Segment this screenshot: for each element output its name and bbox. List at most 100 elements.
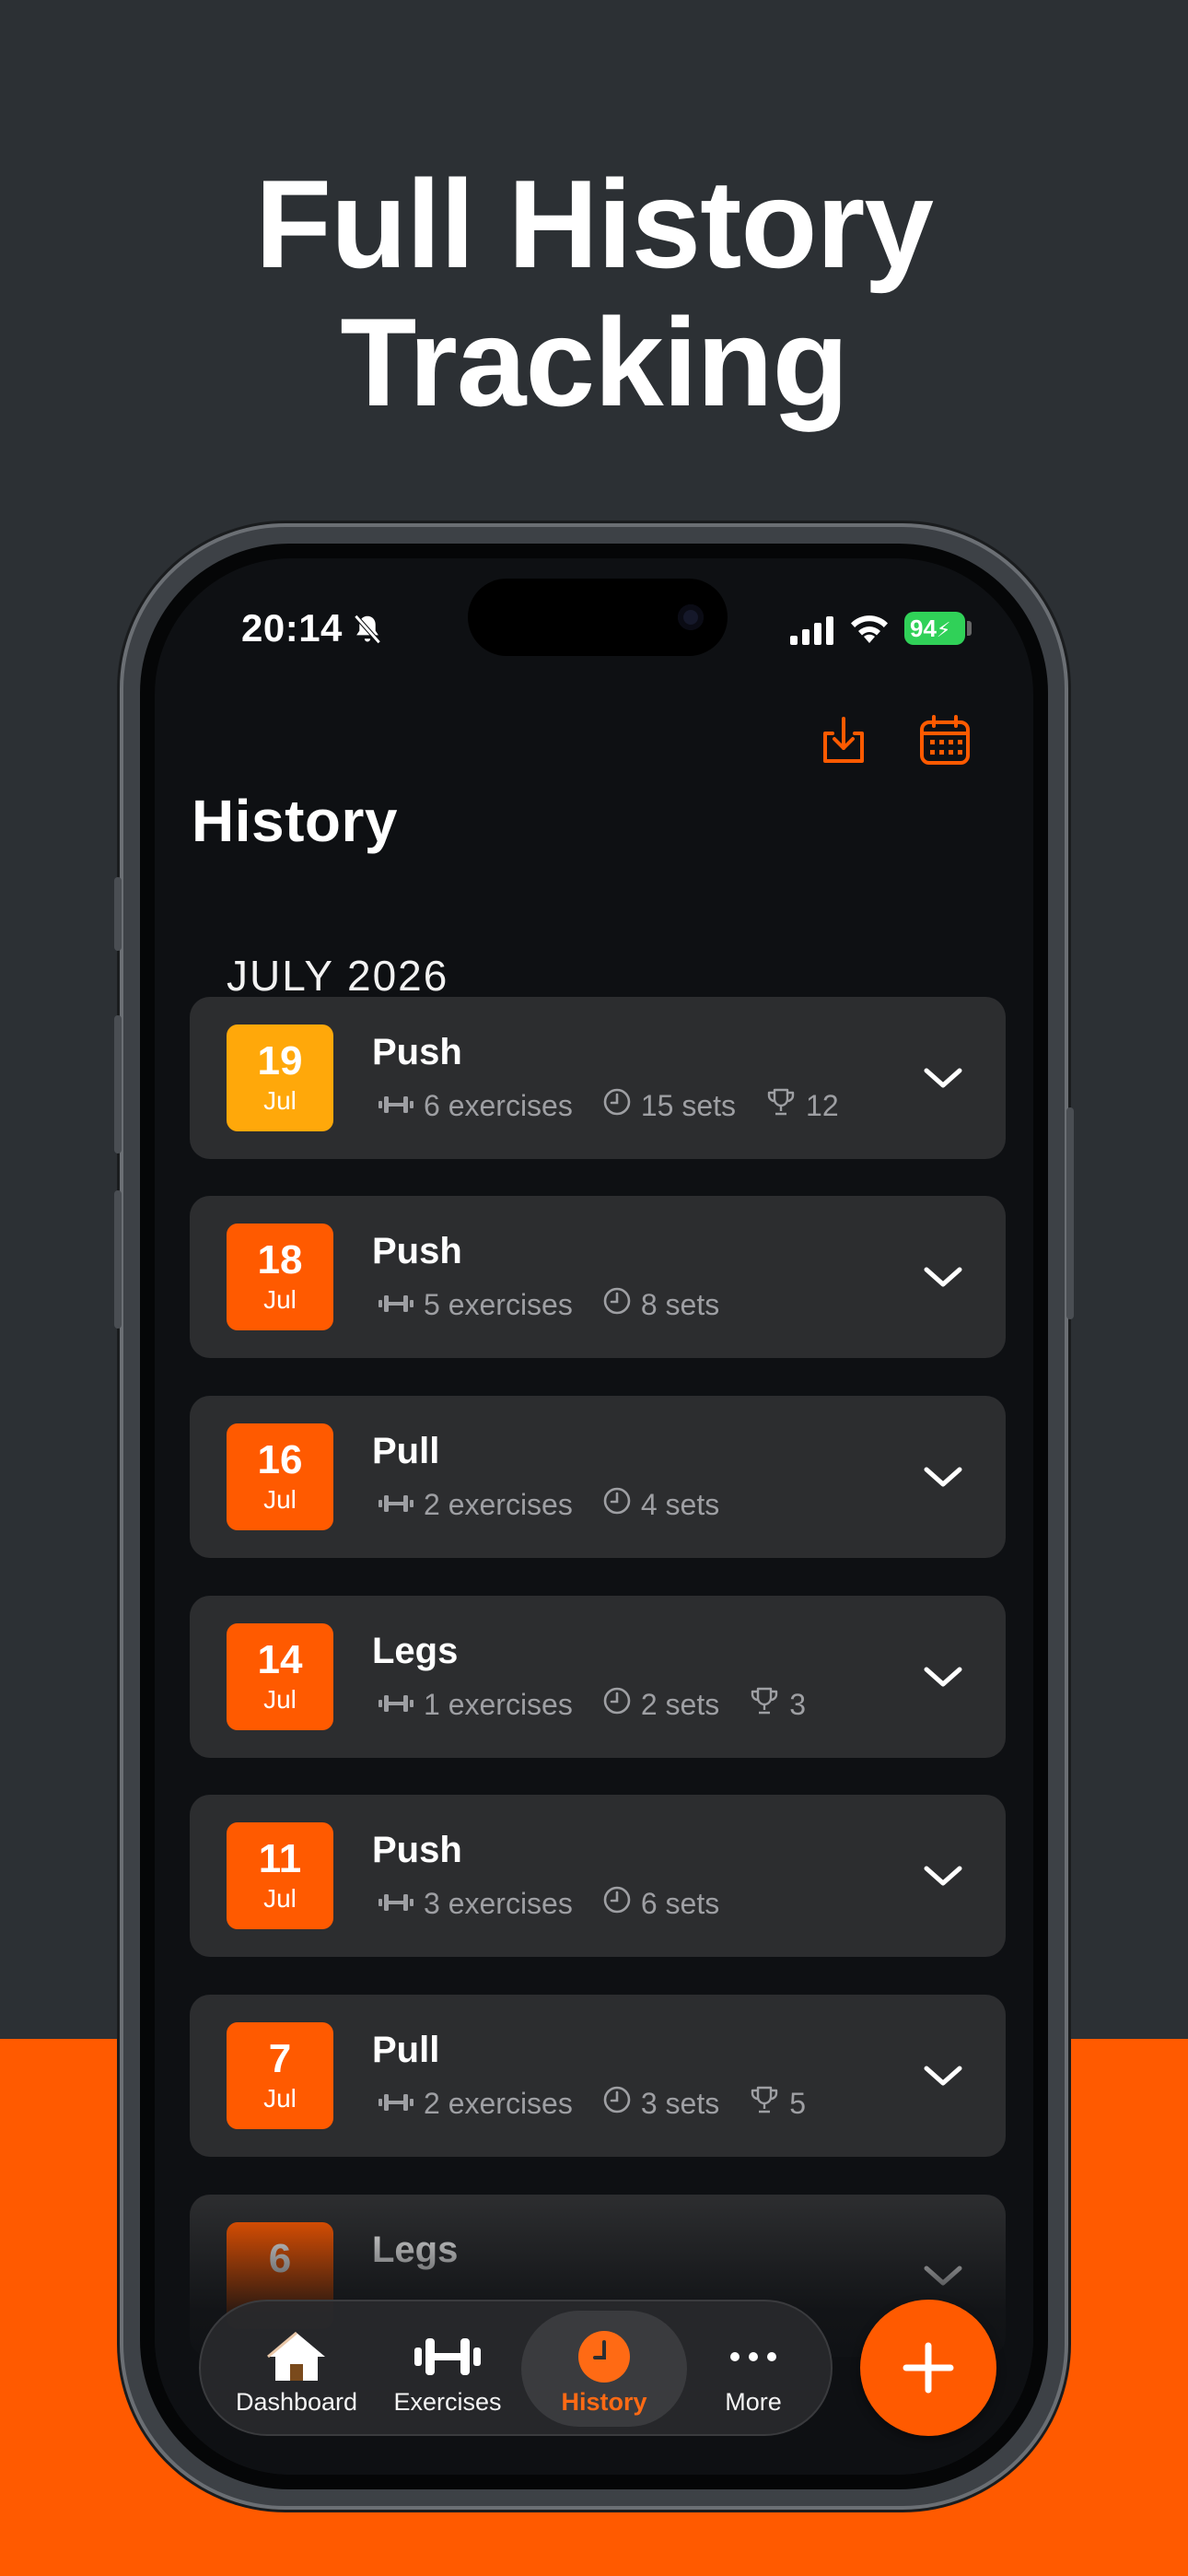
exercise-count-text: 1 exercises (424, 1687, 573, 1721)
tab-exercises[interactable]: Exercises (376, 2311, 519, 2427)
battery-tip (967, 621, 972, 636)
set-count-text: 6 sets (640, 1886, 720, 1920)
workout-meta: 6 exercises 15 sets 12 (378, 1087, 868, 1124)
tab-history[interactable]: History (521, 2311, 687, 2427)
date-month: Jul (263, 1285, 297, 1314)
clock-icon (602, 1087, 632, 1124)
tab-bar: Dashboard Exercises History More (199, 2300, 833, 2436)
set-count-text: 2 sets (640, 1687, 720, 1721)
clock-icon (602, 1286, 632, 1323)
dumbbell-icon (378, 1688, 414, 1722)
pr-count-text: 12 (806, 1088, 839, 1122)
status-time: 20:14 (241, 606, 343, 650)
set-count-text: 3 sets (640, 2086, 720, 2120)
home-icon (267, 2331, 325, 2381)
battery-level: 94 (910, 615, 937, 642)
pr-count: 12 (765, 1086, 839, 1125)
date-badge: 16 Jul (227, 1423, 333, 1530)
exercise-count-text: 2 exercises (424, 2086, 573, 2120)
workout-name: Push (372, 1830, 462, 1870)
workout-name: Pull (372, 2030, 440, 2070)
exercise-count-text: 2 exercises (424, 1487, 573, 1521)
chevron-down-icon[interactable] (921, 1657, 965, 1697)
set-count: 15 sets (602, 1087, 736, 1124)
action-button (114, 877, 122, 951)
tab-label: Dashboard (235, 2388, 358, 2416)
clock-icon (602, 1885, 632, 1922)
exercise-count: 3 exercises (378, 1887, 573, 1921)
plus-icon (903, 2342, 954, 2394)
calendar-icon[interactable] (917, 713, 973, 768)
date-day: 7 (268, 2036, 292, 2081)
dumbbell-icon (378, 1089, 414, 1123)
trophy-icon (749, 1685, 780, 1724)
set-count-text: 4 sets (640, 1487, 720, 1521)
app-screen: 20:14 94⚡ History JULY 2026 19 Jul Push … (155, 558, 1033, 2475)
tab-more[interactable]: More (689, 2311, 818, 2427)
download-icon[interactable] (816, 713, 871, 768)
clock-icon (602, 2085, 632, 2122)
charging-bolt-icon: ⚡ (936, 618, 951, 641)
dumbbell-icon (378, 2087, 414, 2121)
add-workout-button[interactable] (860, 2300, 996, 2436)
date-month: Jul (263, 1884, 297, 1913)
battery-indicator: 94⚡ (904, 612, 965, 645)
chevron-down-icon[interactable] (921, 2055, 965, 2096)
tab-label: History (561, 2388, 647, 2416)
workout-meta: 1 exercises 2 sets 3 (378, 1686, 835, 1723)
workout-meta: 3 exercises 6 sets (378, 1885, 749, 1922)
date-month: Jul (263, 2084, 297, 2113)
exercise-count: 6 exercises (378, 1089, 573, 1123)
dumbbell-icon (378, 1488, 414, 1522)
tab-dashboard[interactable]: Dashboard (223, 2311, 370, 2427)
dynamic-island (468, 579, 728, 656)
volume-down-button (114, 1190, 122, 1329)
set-count: 3 sets (602, 2085, 719, 2122)
date-day: 16 (257, 1437, 303, 1482)
clock-icon (602, 1686, 632, 1723)
chevron-down-icon[interactable] (921, 1257, 965, 1297)
wifi-icon (851, 615, 888, 643)
pr-count: 5 (749, 2084, 806, 2123)
tab-label: More (725, 2388, 782, 2416)
exercise-count-text: 6 exercises (424, 1088, 573, 1122)
workout-card[interactable]: 11 Jul Push 3 exercises 6 sets (190, 1795, 1006, 1957)
cellular-signal-icon (790, 616, 833, 645)
date-badge: 11 Jul (227, 1822, 333, 1929)
volume-up-button (114, 1015, 122, 1153)
dumbbell-icon (414, 2338, 481, 2375)
chevron-down-icon[interactable] (921, 1457, 965, 1497)
date-badge: 18 Jul (227, 1224, 333, 1330)
trophy-icon (765, 1086, 797, 1125)
set-count-text: 15 sets (640, 1088, 737, 1122)
workout-name: Push (372, 1231, 462, 1271)
workout-meta: 5 exercises 8 sets (378, 1286, 749, 1323)
set-count: 8 sets (602, 1286, 719, 1323)
marketing-headline: Full History Tracking (0, 155, 1188, 431)
trophy-icon (749, 2084, 780, 2123)
workout-card[interactable]: 19 Jul Push 6 exercises 15 sets 12 (190, 997, 1006, 1159)
workout-card[interactable]: 16 Jul Pull 2 exercises 4 sets (190, 1396, 1006, 1558)
silent-bell-icon (354, 615, 381, 644)
exercise-count-text: 3 exercises (424, 1886, 573, 1920)
date-month: Jul (263, 1485, 297, 1514)
chevron-down-icon[interactable] (921, 1058, 965, 1098)
headline-line-1: Full History (254, 154, 934, 294)
pr-count-text: 3 (789, 1687, 807, 1721)
phone-frame: 20:14 94⚡ History JULY 2026 19 Jul Push … (114, 523, 1074, 2510)
chevron-down-icon[interactable] (921, 1856, 965, 1896)
exercise-count: 1 exercises (378, 1688, 573, 1722)
date-day: 14 (257, 1637, 303, 1682)
workout-card[interactable]: 18 Jul Push 5 exercises 8 sets (190, 1196, 1006, 1358)
workout-meta: 2 exercises 3 sets 5 (378, 2085, 835, 2122)
workout-card[interactable]: 14 Jul Legs 1 exercises 2 sets 3 (190, 1596, 1006, 1758)
set-count: 6 sets (602, 1885, 719, 1922)
clock-icon (602, 1486, 632, 1523)
exercise-count: 2 exercises (378, 1488, 573, 1522)
front-camera (678, 604, 704, 630)
exercise-count-text: 5 exercises (424, 1287, 573, 1321)
date-month: Jul (263, 1086, 297, 1115)
workout-card[interactable]: 7 Jul Pull 2 exercises 3 sets 5 (190, 1995, 1006, 2157)
date-day: 19 (257, 1038, 303, 1083)
dumbbell-icon (378, 1887, 414, 1921)
